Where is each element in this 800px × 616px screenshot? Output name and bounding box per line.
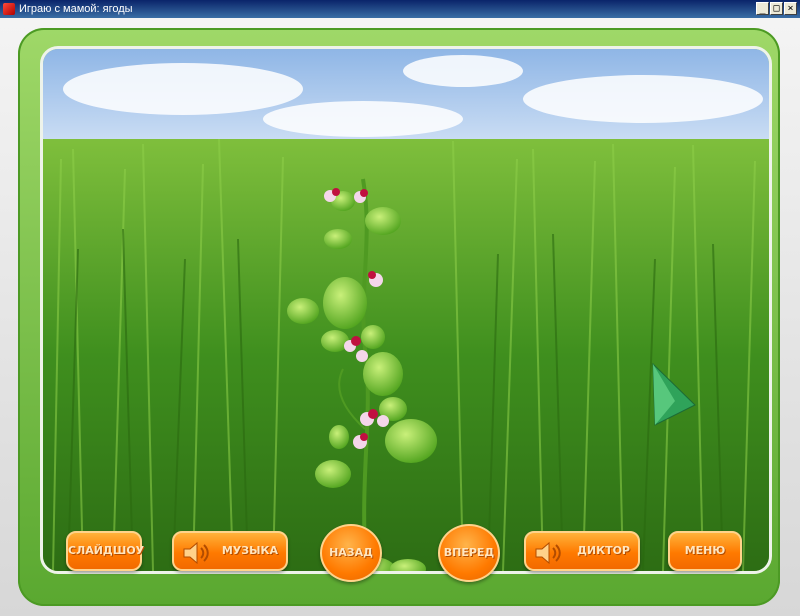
narrator-button[interactable]: ДИКТОР bbox=[524, 531, 640, 571]
maximize-button[interactable]: □ bbox=[770, 2, 783, 15]
menu-label: МЕНЮ bbox=[684, 544, 726, 557]
scene-view bbox=[40, 46, 772, 574]
app-frame: СЛАЙДШОУ МУЗЫКА НАЗАД ВПЕРЕД ДИКТОР МЕНЮ bbox=[0, 18, 800, 616]
music-button[interactable]: МУЗЫКА bbox=[172, 531, 288, 571]
slideshow-label: СЛАЙДШОУ bbox=[68, 544, 145, 557]
window-titlebar: Играю с мамой: ягоды _ □ × bbox=[0, 0, 800, 18]
music-label: МУЗЫКА bbox=[221, 544, 278, 557]
window-title: Играю с мамой: ягоды bbox=[19, 3, 133, 15]
minimize-button[interactable]: _ bbox=[756, 2, 769, 15]
forward-label: ВПЕРЕД bbox=[443, 546, 495, 559]
speaker-icon bbox=[183, 541, 209, 565]
meadow-illustration bbox=[43, 49, 769, 571]
forward-button[interactable]: ВПЕРЕД bbox=[438, 524, 500, 582]
back-button[interactable]: НАЗАД bbox=[320, 524, 382, 582]
back-label: НАЗАД bbox=[329, 546, 373, 559]
menu-button[interactable]: МЕНЮ bbox=[668, 531, 742, 571]
green-panel: СЛАЙДШОУ МУЗЫКА НАЗАД ВПЕРЕД ДИКТОР МЕНЮ bbox=[18, 28, 780, 606]
slideshow-button[interactable]: СЛАЙДШОУ bbox=[66, 531, 145, 571]
narrator-label: ДИКТОР bbox=[577, 544, 630, 557]
close-button[interactable]: × bbox=[784, 2, 797, 15]
app-icon bbox=[3, 3, 15, 15]
speaker-icon bbox=[535, 541, 561, 565]
